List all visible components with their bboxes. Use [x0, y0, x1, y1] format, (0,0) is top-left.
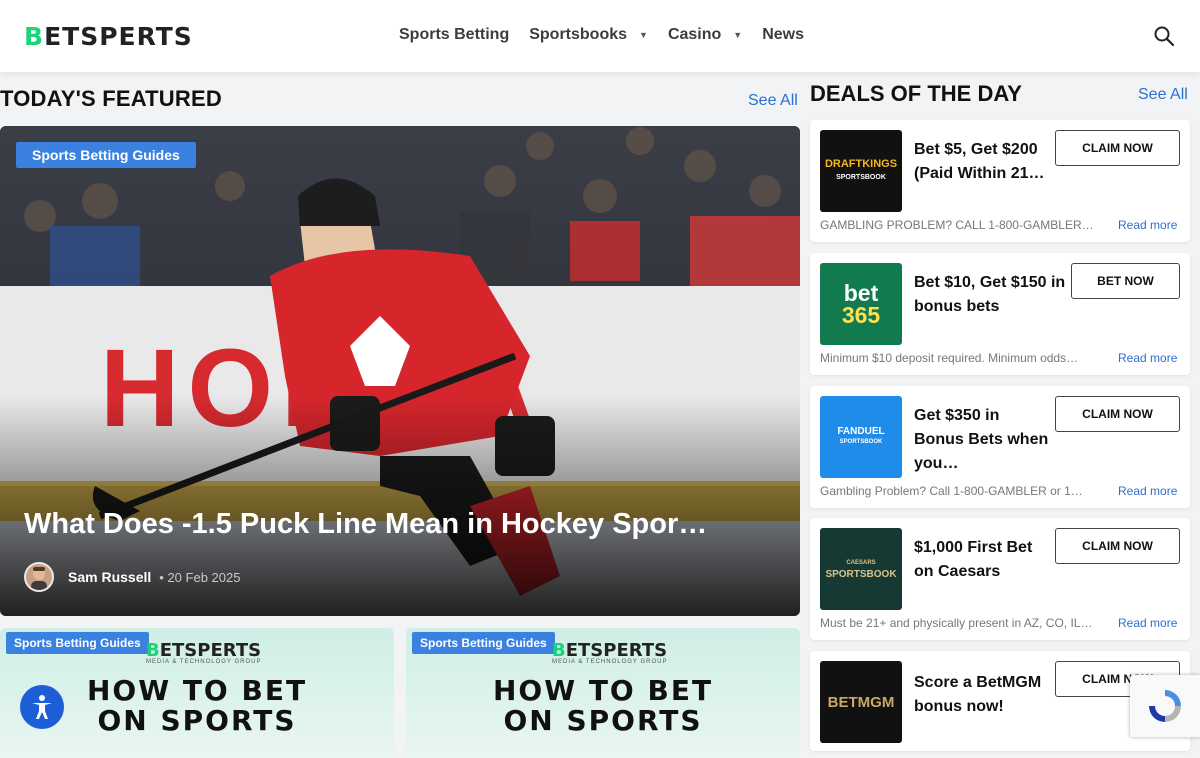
read-more-link[interactable]: Read more [1118, 484, 1177, 498]
accessibility-button[interactable] [20, 685, 64, 729]
hero-image: HONDA [0, 126, 800, 616]
site-logo[interactable]: B ETSPERTS [24, 21, 193, 51]
nav-label: Sports Betting [399, 26, 510, 43]
card-logo-subtitle: MEDIA & TECHNOLOGY GROUP [552, 659, 668, 665]
claim-now-button[interactable]: CLAIM NOW [1055, 396, 1180, 432]
recaptcha-icon [1149, 690, 1181, 722]
caret-down-icon: ▼ [733, 30, 743, 40]
hero-article[interactable]: HONDA [0, 126, 800, 616]
claim-now-button[interactable]: CLAIM NOW [1055, 528, 1180, 564]
deal-offer[interactable]: Bet $10, Get $150 in bonus bets [914, 271, 1069, 319]
nav-item-sportsbooks[interactable]: Sportsbooks ▼ [529, 26, 648, 44]
card-logo-subtitle: MEDIA & TECHNOLOGY GROUP [146, 659, 262, 665]
main-nav: Sports Betting Sportsbooks ▼ Casino ▼ News [399, 26, 824, 44]
card-logo: BETSPERTS [552, 640, 668, 661]
recaptcha-badge[interactable] [1130, 675, 1200, 737]
deal-disclaimer: Gambling Problem? Call 1-800-GAMBLER or … [820, 484, 1083, 498]
deal-card: CAESARS SPORTSBOOK $1,000 First Bet on Ca… [810, 518, 1190, 640]
nav-item-sports-betting[interactable]: Sports Betting [399, 26, 509, 44]
card-headline: HOW TO BET ON SPORTS [492, 674, 714, 737]
bet365-logo[interactable]: bet 365 [820, 263, 902, 345]
deal-disclaimer: GAMBLING PROBLEM? CALL 1-800-GAMBLER… [820, 218, 1094, 232]
hero-category-tag[interactable]: Sports Betting Guides [16, 142, 196, 168]
read-more-link[interactable]: Read more [1118, 218, 1177, 232]
article-date: • 20 Feb 2025 [159, 569, 241, 585]
author-name[interactable]: Sam Russell [68, 569, 151, 585]
site-header: B ETSPERTS Sports Betting Sportsbooks ▼ Ca… [0, 0, 1200, 72]
draftkings-logo[interactable]: DRAFTKINGS SPORTSBOOK [820, 130, 902, 212]
hero-byline: Sam Russell • 20 Feb 2025 [24, 562, 240, 592]
deal-card: DRAFTKINGS SPORTSBOOK Bet $5, Get $200 (P… [810, 120, 1190, 242]
featured-see-all-link[interactable]: See All [748, 92, 798, 110]
claim-now-button[interactable]: CLAIM NOW [1055, 130, 1180, 166]
deal-disclaimer: Must be 21+ and physically present in AZ… [820, 616, 1093, 630]
search-icon[interactable] [1154, 26, 1174, 46]
caesars-logo[interactable]: CAESARS SPORTSBOOK [820, 528, 902, 610]
nav-label: Sportsbooks [529, 26, 628, 43]
logo-mark: B [24, 21, 45, 51]
deals-see-all-link[interactable]: See All [1138, 86, 1188, 104]
nav-item-casino[interactable]: Casino ▼ [668, 26, 742, 44]
read-more-link[interactable]: Read more [1118, 616, 1177, 630]
caret-down-icon: ▼ [639, 30, 648, 40]
logo-text: ETSPERTS [44, 21, 193, 51]
avatar[interactable] [24, 562, 54, 592]
bet-now-button[interactable]: BET NOW [1071, 263, 1180, 299]
deal-card: FANDUEL SPORTSBOOK Get $350 in Bonus Bets… [810, 386, 1190, 508]
read-more-link[interactable]: Read more [1118, 351, 1177, 365]
deal-offer[interactable]: $1,000 First Bet on Caesars [914, 536, 1049, 584]
nav-label: Casino [667, 26, 722, 43]
deals-heading: DEALS OF THE DAY [810, 81, 1022, 106]
card-category-tag[interactable]: Sports Betting Guides [6, 632, 149, 654]
nav-item-news[interactable]: News [762, 26, 804, 44]
accessibility-icon [32, 695, 52, 719]
deal-card: bet 365 Bet $10, Get $150 in bonus bets B… [810, 253, 1190, 375]
deal-offer[interactable]: Get $350 in Bonus Bets when you… [914, 404, 1049, 476]
fanduel-logo[interactable]: FANDUEL SPORTSBOOK [820, 396, 902, 478]
deal-offer[interactable]: Score a BetMGM bonus now! [914, 671, 1049, 719]
article-card[interactable]: Sports Betting Guides BETSPERTS MEDIA & … [406, 628, 800, 758]
deal-offer[interactable]: Bet $5, Get $200 (Paid Within 21… [914, 138, 1049, 186]
deal-disclaimer: Minimum $10 deposit required. Minimum od… [820, 351, 1079, 365]
hero-title[interactable]: What Does -1.5 Puck Line Mean in Hockey … [24, 508, 714, 541]
featured-heading: TODAY'S FEATURED [0, 86, 222, 111]
card-logo: BETSPERTS [146, 640, 262, 661]
nav-label: News [762, 26, 804, 43]
betmgm-logo[interactable]: BETMGM [820, 661, 902, 743]
card-category-tag[interactable]: Sports Betting Guides [412, 632, 555, 654]
